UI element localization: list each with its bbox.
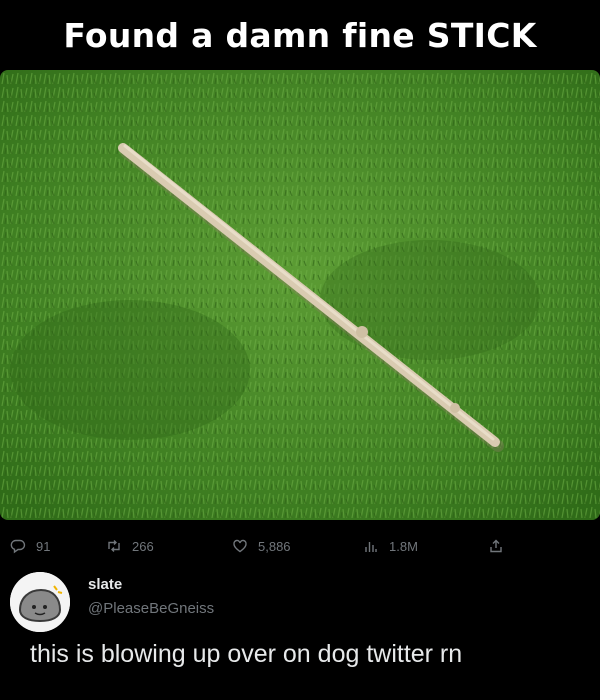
retweet-button[interactable]: 266 (106, 537, 154, 555)
author-name[interactable]: slate (88, 576, 122, 593)
views-count: 1.8M (389, 538, 418, 554)
stick-on-grass-image (0, 70, 600, 520)
reply-count: 91 (36, 538, 51, 554)
views-chart-icon (365, 542, 377, 552)
retweet-icon (108, 540, 120, 552)
meme-headline: Found a damn fine STICK (63, 15, 537, 55)
reply-button[interactable]: 91 (10, 537, 50, 555)
like-button[interactable]: 5,886 (232, 537, 291, 555)
heart-icon (233, 539, 247, 553)
retweet-count: 266 (132, 538, 154, 554)
share-icon (490, 539, 502, 553)
tweet-actions: 91 266 5,886 1.8M (0, 531, 600, 561)
views-button[interactable]: 1.8M (363, 537, 418, 555)
share-button[interactable] (488, 537, 504, 555)
tweet-text: this is blowing up over on dog twitter r… (30, 640, 463, 668)
stick-photo[interactable] (0, 70, 600, 520)
reply-icon (10, 539, 26, 554)
author-avatar[interactable] (10, 572, 70, 632)
tweet-author: slate @PleaseBeGneiss (10, 568, 590, 632)
author-handle[interactable]: @PleaseBeGneiss (88, 600, 214, 617)
rock-face-avatar-icon (10, 572, 70, 632)
like-count: 5,886 (258, 538, 291, 554)
